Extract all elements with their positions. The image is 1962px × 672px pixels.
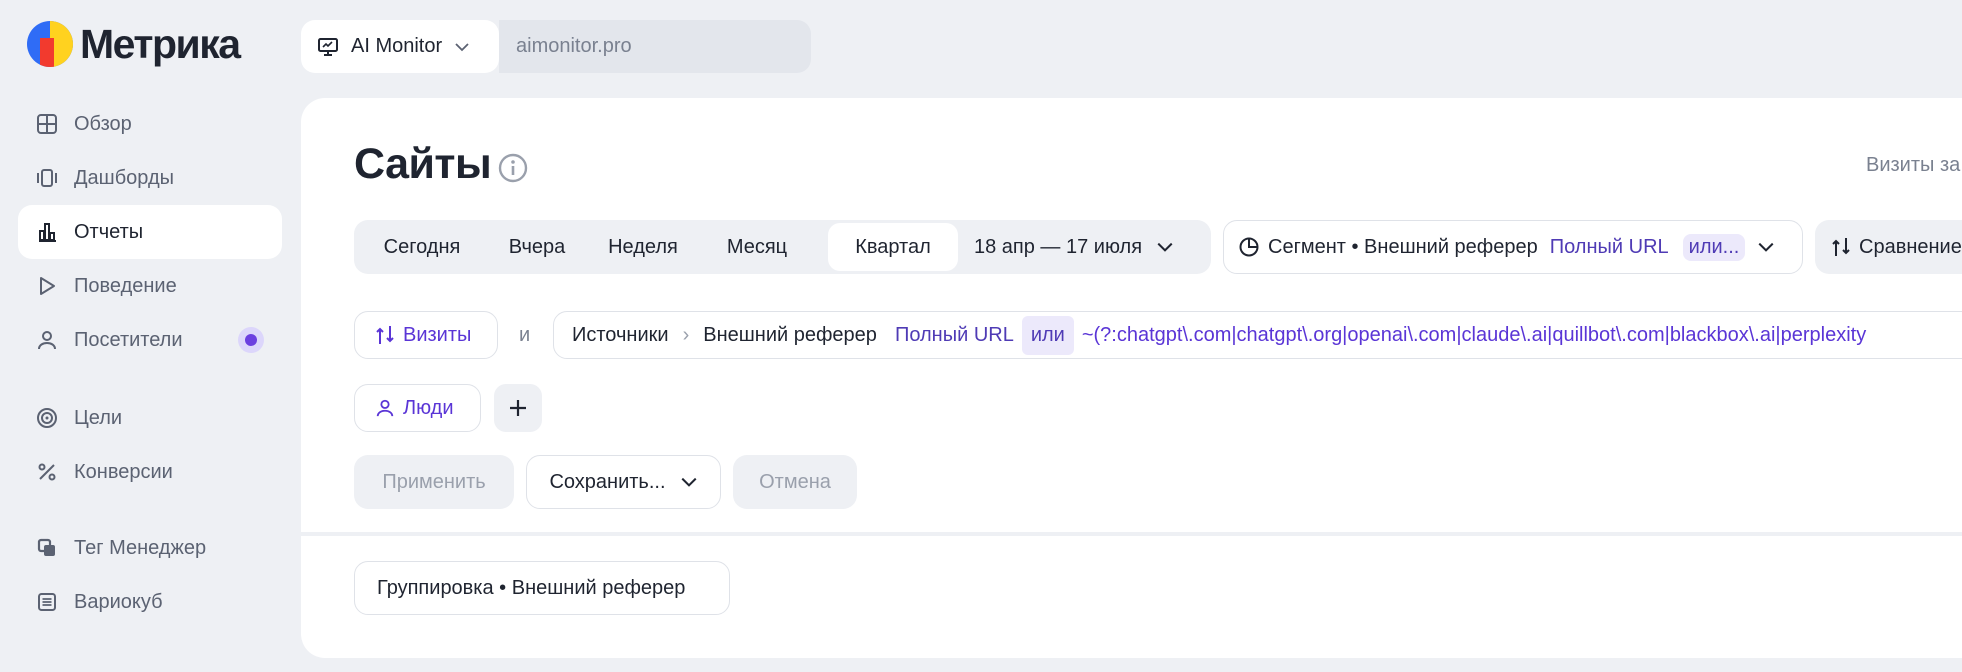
save-button[interactable]: Сохранить... [526, 455, 721, 509]
sidebar-item-label: Поведение [74, 274, 177, 297]
period-month[interactable]: Месяц [699, 223, 815, 271]
tag-manager-icon [37, 538, 55, 556]
sidebar-item-label: Конверсии [74, 460, 173, 483]
percent-icon [38, 463, 56, 481]
sidebar-item-reports[interactable]: Отчеты [18, 205, 282, 259]
plus-icon [510, 400, 526, 416]
cancel-button[interactable]: Отмена [733, 455, 857, 509]
counter-name: aimonitor.pro [516, 35, 632, 57]
apply-button[interactable]: Применить [354, 455, 514, 509]
compare-icon [1832, 238, 1850, 256]
user-icon [376, 399, 394, 417]
condition-url: Полный URL [894, 323, 1014, 346]
reports-icon [39, 223, 56, 242]
dashboards-icon [37, 169, 57, 187]
target-icon [37, 408, 57, 428]
chevron-down-icon [681, 477, 696, 487]
new-badge [238, 327, 264, 353]
condition-referrer: Внешний реферер [703, 323, 877, 346]
info-icon[interactable] [497, 152, 529, 184]
logo-text: Метрика [80, 20, 241, 67]
visits-label: Визиты за [1866, 154, 1961, 176]
sidebar-item-label: Дашборды [74, 166, 174, 189]
add-filter-button[interactable] [494, 384, 542, 432]
period-today[interactable]: Сегодня [357, 223, 487, 271]
chevron-down-icon [455, 42, 469, 51]
pie-chart-icon [1239, 237, 1259, 257]
segment-url: Полный URL [1549, 235, 1669, 258]
sidebar-item-goals[interactable]: Цели [18, 391, 282, 445]
save-button-label: Сохранить... [549, 470, 666, 493]
period-week[interactable]: Неделя [587, 223, 699, 271]
segment-button[interactable]: Сегмент • Внешний реферер Полный URL или… [1223, 220, 1803, 274]
period-quarter[interactable]: Квартал [828, 223, 958, 271]
segment-or-chip: или... [1682, 233, 1746, 261]
sidebar-item-variocube[interactable]: Вариокуб [18, 575, 282, 629]
period-yesterday[interactable]: Вчера [487, 223, 587, 271]
visits-filter-label: Визиты [403, 323, 472, 346]
grouping-label: Группировка • Внешний реферер [377, 576, 686, 599]
play-icon [40, 277, 55, 295]
project-select[interactable]: AI Monitor [301, 20, 499, 73]
grouping-button[interactable]: Группировка • Внешний реферер [354, 561, 730, 615]
condition-regex: ~(?:chatgpt\.com|chatgpt\.org|openai\.co… [1081, 323, 1867, 346]
page-title: Сайты [354, 140, 492, 188]
period-range-label: 18 апр — 17 июля [974, 235, 1143, 258]
sidebar-item-dashboards[interactable]: Дашборды [18, 151, 282, 205]
user-icon [38, 331, 56, 350]
monitor-icon [318, 37, 338, 56]
people-filter-pill[interactable]: Люди [354, 384, 481, 432]
breadcrumb-chevron-icon: › [682, 323, 690, 346]
filter-condition[interactable]: Источники › Внешний реферер Полный URL и… [553, 311, 1962, 359]
variocube-icon [38, 593, 56, 611]
sidebar-item-label: Тег Менеджер [74, 536, 207, 559]
sidebar-item-tag-manager[interactable]: Тег Менеджер [18, 521, 282, 575]
counter-field[interactable]: aimonitor.pro [499, 20, 811, 73]
sidebar-item-overview[interactable]: Обзор [18, 97, 282, 151]
compare-button[interactable]: Сравнение [1815, 220, 1962, 274]
section-divider [301, 532, 1962, 536]
metrika-logo-icon [27, 21, 73, 67]
condition-source: Источники [572, 323, 669, 346]
and-label: и [519, 324, 531, 346]
sidebar-item-visitors[interactable]: Посетители [18, 313, 282, 367]
grid-icon [37, 114, 57, 134]
chevron-down-icon [1758, 242, 1774, 252]
sidebar-item-label: Отчеты [74, 220, 144, 243]
period-range-picker[interactable]: 18 апр — 17 июля [974, 223, 1174, 271]
segment-prefix: Сегмент • Внешний реферер [1268, 235, 1538, 258]
main-panel: Сайты Визиты за Сегодня Вчера Неделя Мес… [301, 98, 1962, 658]
compare-label: Сравнение [1859, 235, 1962, 258]
sidebar-item-label: Обзор [74, 112, 132, 135]
people-filter-label: Люди [403, 396, 454, 419]
period-selector: Сегодня Вчера Неделя Месяц Квартал 18 ап… [354, 220, 1211, 274]
compare-icon [376, 326, 394, 344]
chevron-down-icon [1157, 242, 1173, 252]
sidebar-item-behavior[interactable]: Поведение [18, 259, 282, 313]
condition-or-chip[interactable]: или [1021, 315, 1074, 355]
visits-filter-pill[interactable]: Визиты [354, 311, 498, 359]
sidebar-item-label: Цели [74, 406, 123, 429]
sidebar-item-label: Вариокуб [74, 590, 163, 613]
sidebar-item-conversions[interactable]: Конверсии [18, 445, 282, 499]
project-name: AI Monitor [351, 35, 443, 57]
metrika-logo[interactable]: Метрика [26, 20, 241, 68]
sidebar-item-label: Посетители [74, 328, 183, 351]
